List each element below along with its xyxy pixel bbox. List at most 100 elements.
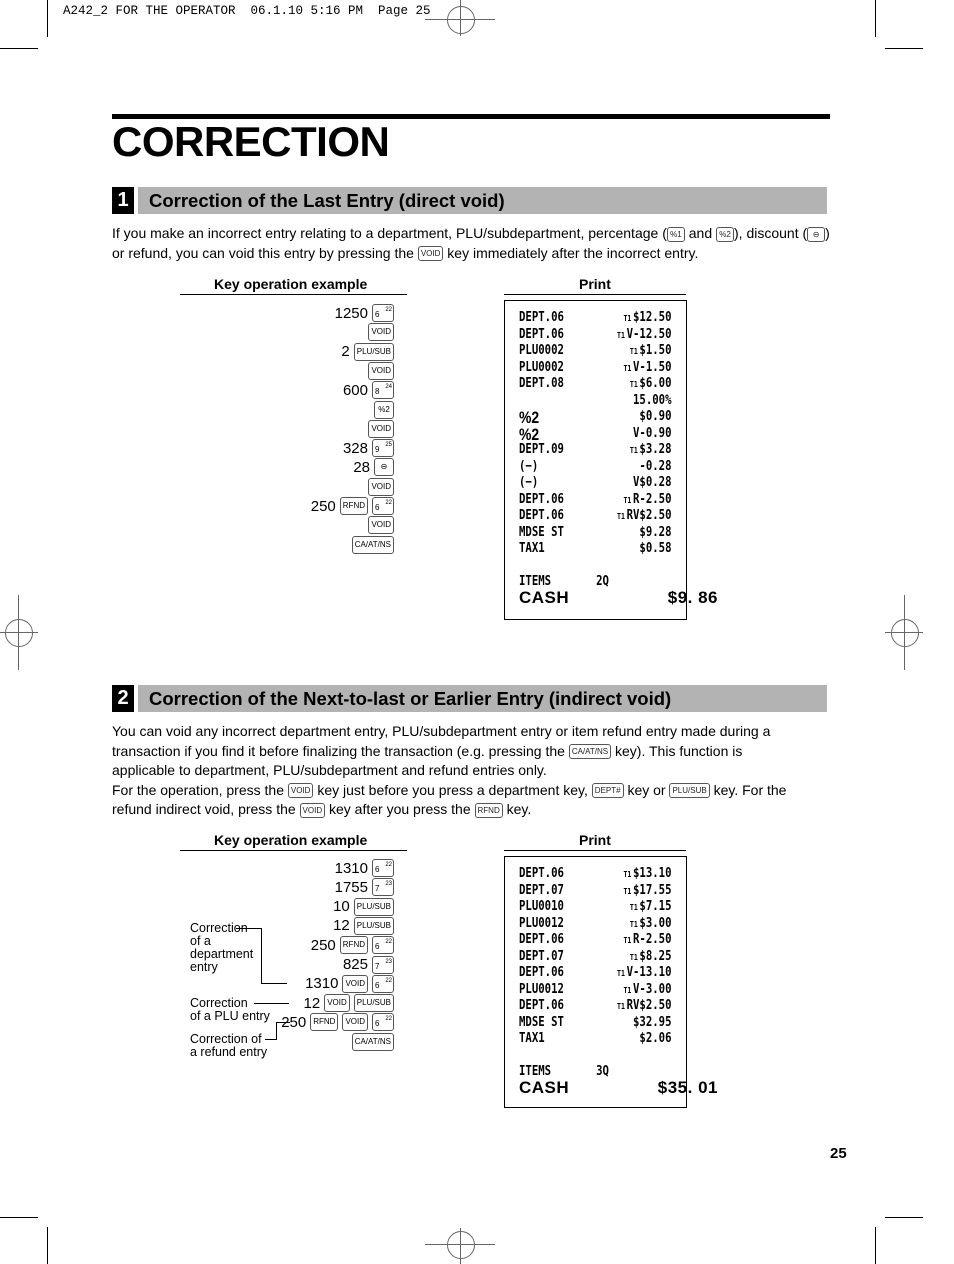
receipt-line: MDSE ST $32.95 — [519, 1014, 672, 1030]
annotation-plu-correction: Correction of a PLU entry — [190, 996, 270, 1023]
text: refund indirect void, press the — [112, 801, 300, 817]
receipt-line: (−) V$0.28 — [519, 475, 672, 490]
crop-mark — [875, 1227, 876, 1264]
print-heading: Print — [579, 276, 611, 292]
section-2-description: You can void any incorrect department en… — [112, 722, 832, 820]
receipt-line: %2 $0.90 — [519, 408, 672, 427]
entry-amount: 1250 — [334, 304, 368, 322]
key-2-icon: %2 — [716, 226, 734, 242]
entry-amount: 12 — [333, 917, 350, 935]
entry-amount: 1310 — [334, 859, 368, 877]
receipt-line: PLU0002 T1 $1.50 — [519, 343, 672, 358]
receipt-line: DEPT.06 T1 $13.10 — [519, 866, 672, 881]
receipt-line: PLU0010 T1 $7.15 — [519, 899, 672, 914]
key-operation-step: CA/AT/NS — [351, 1032, 394, 1051]
key-void-icon: VOID — [342, 1013, 368, 1032]
receipt-line: PLU0012 T1 V-3.00 — [519, 981, 672, 997]
receipt-line: PLU0002 T1 V-1.50 — [519, 359, 672, 375]
receipt-line: MDSE ST $9.28 — [519, 524, 672, 540]
key-ca-at-ns-icon: CA/AT/NS — [568, 744, 612, 760]
department-key-icon: 7 23 — [372, 878, 394, 897]
department-key-icon: 9 25 — [372, 439, 394, 458]
key-minus-icon: ⊖ — [374, 458, 394, 477]
receipt-line: DEPT.07 T1 $8.25 — [519, 948, 672, 964]
receipt-print: DEPT.06 T1 $12.50 DEPT.06 T1 V-12.50 PLU0002 T1… — [504, 300, 717, 620]
key-void-icon: VOID — [368, 323, 394, 342]
key-rfnd-icon: RFND — [339, 936, 368, 955]
key-plu-sub-icon: PLU/SUB — [669, 783, 710, 799]
key-operation-step: 28 ⊖ — [353, 458, 394, 477]
text: key immediately after the incorrect entr… — [443, 244, 699, 261]
crop-mark — [875, 0, 876, 37]
section-number: 2 — [112, 685, 134, 712]
text: applicable to department, PLU/subdepartm… — [112, 762, 547, 778]
key-operation-step: 10 PLU/SUB — [333, 897, 394, 916]
page-title: CORRECTION — [112, 118, 390, 165]
key-1-icon: %1 — [666, 226, 685, 242]
key-plu-sub-icon: PLU/SUB — [353, 897, 394, 916]
receipt-line: DEPT.06 T1 R-2.50 — [519, 491, 672, 507]
key-ca-at-ns-icon: CA/AT/NS — [351, 535, 394, 554]
key-void-icon: VOID — [287, 783, 314, 799]
key-operation-step: 12 VOID PLU/SUB — [303, 994, 394, 1013]
receipt-line: DEPT.06 T1 V-13.10 — [519, 965, 672, 980]
key-dept-icon: DEPT# — [591, 783, 624, 799]
receipt-cash-total: CASH $35. 01 — [519, 1078, 718, 1097]
department-key-icon: 6 22 — [372, 497, 394, 515]
key-operation-step: 250 RFND 6 22 — [310, 936, 394, 955]
entry-amount: 12 — [303, 994, 321, 1012]
section-1-description: If you make an incorrect entry relating … — [112, 224, 832, 263]
receipt-line: DEPT.06 T1 RV$2.50 — [519, 508, 672, 523]
entry-amount: 1310 — [305, 975, 339, 993]
key-plu-sub-icon: PLU/SUB — [353, 342, 394, 361]
entry-amount: 250 — [310, 936, 336, 954]
key-rfnd-icon: RFND — [339, 497, 368, 515]
key-operation-step: 328 9 25 — [343, 439, 394, 458]
key-rfnd-icon: RFND — [310, 1013, 339, 1032]
key-operation-step: VOID — [368, 516, 394, 535]
key-operation-step: 600 8 24 — [343, 381, 394, 400]
key-2-icon: %2 — [374, 400, 394, 419]
receipt-line: PLU0012 T1 $3.00 — [519, 915, 672, 931]
section-1-header: 1 Correction of the Last Entry (direct v… — [112, 187, 827, 214]
entry-amount: 825 — [342, 956, 368, 973]
crop-mark — [47, 0, 48, 37]
key-operation-step: 1755 7 23 — [334, 878, 394, 897]
entry-amount: 10 — [333, 898, 350, 916]
key-void-icon: VOID — [368, 516, 394, 535]
receipt-line: DEPT.06 T1 R-2.50 — [519, 932, 672, 947]
key-operation-step: 2 PLU/SUB — [341, 342, 394, 361]
text: key after you press the — [325, 801, 475, 817]
receipt-line: DEPT.06 T1 RV$2.50 — [519, 998, 672, 1013]
receipt-line: (−) -0.28 — [519, 458, 672, 474]
text: key or — [623, 781, 670, 798]
text: For the operation, press the — [112, 781, 288, 798]
entry-amount: 250 — [310, 497, 336, 515]
receipt-print: DEPT.06 T1 $13.10 DEPT.07 T1 $17.55 PLU0010 T1 $… — [504, 856, 717, 1108]
print-slug: A242_2 FOR THE OPERATOR 06.1.10 5:16 PM … — [63, 4, 431, 18]
section-2-header: 2 Correction of the Next-to-last or Earl… — [112, 685, 827, 712]
crop-mark — [47, 1227, 48, 1264]
text: You can void any incorrect department en… — [112, 723, 771, 739]
crop-mark — [0, 1217, 38, 1218]
text: key. For the — [709, 781, 787, 798]
key-void-icon: VOID — [342, 974, 368, 993]
text: key. — [502, 801, 532, 817]
receipt-line: DEPT.09 T1 $3.28 — [519, 442, 672, 457]
text: key). This function is — [611, 742, 743, 759]
section-title: Correction of the Last Entry (direct voi… — [138, 187, 827, 214]
annotation-refund-correction: Correction of a refund entry — [190, 1032, 268, 1059]
key-operation-step: CA/AT/NS — [351, 535, 394, 554]
key-rfnd-icon: RFND — [474, 802, 503, 818]
crop-mark — [0, 48, 38, 49]
department-key-icon: 6 22 — [372, 974, 394, 993]
entry-amount: 1755 — [334, 878, 368, 896]
receipt-cash-total: CASH $9. 86 — [519, 588, 718, 607]
key-operation-step: 250 RFND VOID 6 22 — [281, 1013, 394, 1032]
key-void-icon: VOID — [299, 802, 326, 818]
text: If you make an incorrect entry relating … — [112, 225, 667, 241]
key-operation-step: VOID — [368, 323, 394, 342]
text: transaction if you find it before finali… — [112, 742, 569, 759]
entry-amount: 28 — [353, 458, 370, 476]
receipt-line: 15.00% — [633, 392, 672, 408]
